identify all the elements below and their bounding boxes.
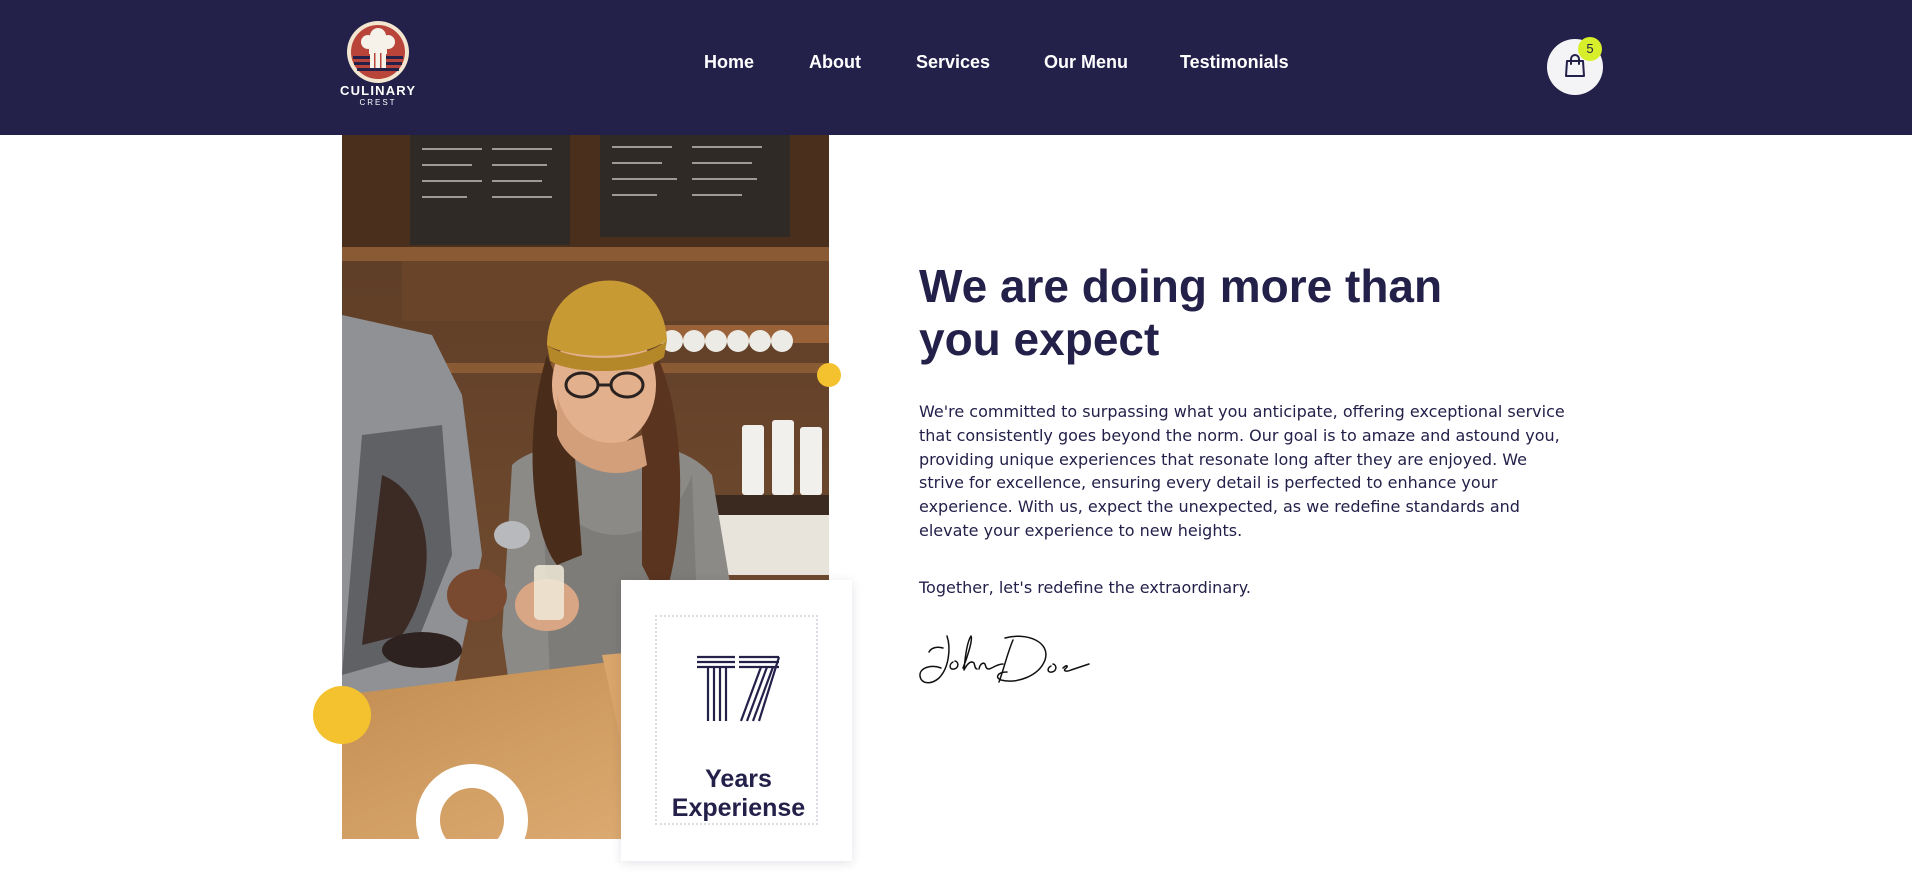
experience-number-graphic xyxy=(697,655,781,722)
section-heading: We are doing more than you expect xyxy=(919,260,1519,366)
heading-line-2: you expect xyxy=(919,313,1160,365)
site-header: CULINARY CREST Home About Services Our M… xyxy=(0,0,1912,135)
cart-count-badge: 5 xyxy=(1578,37,1602,61)
experience-label: Years Experiense xyxy=(657,765,820,823)
experience-card-border: Years Experiense xyxy=(655,615,818,825)
signature-john-doe xyxy=(919,635,1090,684)
brand-logo[interactable]: CULINARY CREST xyxy=(340,20,416,110)
nav-testimonials[interactable]: Testimonials xyxy=(1180,52,1289,73)
nav-home[interactable]: Home xyxy=(704,52,754,73)
nav-our-menu[interactable]: Our Menu xyxy=(1044,52,1128,73)
brand-name: CULINARY xyxy=(340,83,417,98)
experience-label-line1: Years xyxy=(705,765,772,793)
decor-dot-small xyxy=(817,363,841,387)
experience-label-line2: Experiense xyxy=(671,794,806,822)
closing-line: Together, let's redefine the extraordina… xyxy=(919,578,1251,597)
nav-services[interactable]: Services xyxy=(916,52,990,73)
decor-dot-large xyxy=(313,686,371,744)
nav-about[interactable]: About xyxy=(809,52,861,73)
experience-card: Years Experiense xyxy=(621,580,852,861)
brand-tagline: CREST xyxy=(359,98,397,107)
decor-ring xyxy=(416,764,528,876)
heading-line-1: We are doing more than xyxy=(919,260,1443,312)
about-paragraph: We're committed to surpassing what you a… xyxy=(919,402,1565,540)
chef-hat-logo-icon xyxy=(347,21,409,83)
